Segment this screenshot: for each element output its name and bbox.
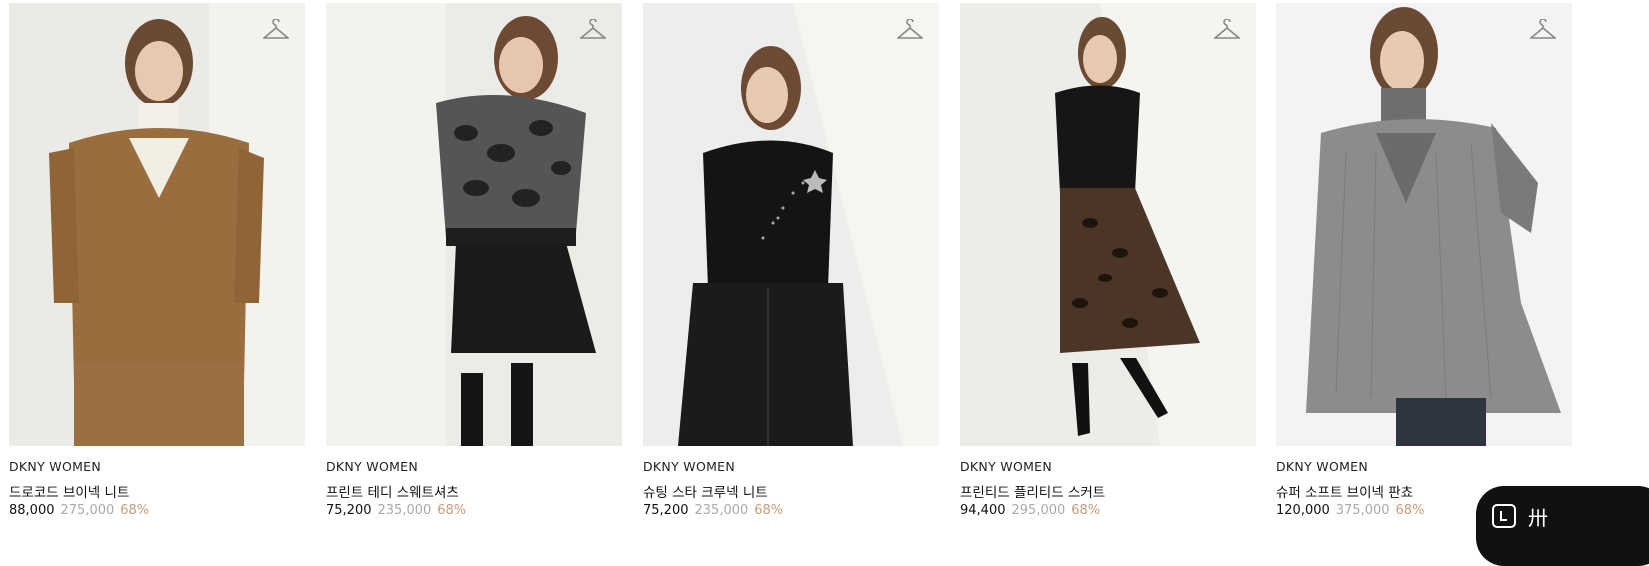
price-row: 75,200 235,000 68% [326, 503, 466, 518]
original-price: 275,000 [60, 503, 115, 518]
floating-action-button[interactable]: 卅 [1476, 486, 1649, 566]
product-name[interactable]: 프린트 테디 스웨트셔츠 [326, 481, 459, 501]
product-photo[interactable] [643, 3, 939, 446]
product-photo[interactable] [9, 3, 305, 446]
product-photo[interactable] [960, 3, 1256, 446]
product-photo[interactable] [1276, 3, 1572, 446]
product-card[interactable]: DKNY WOMEN 프린트 테디 스웨트셔츠 75,200 235,000 68% [326, 3, 622, 518]
brand-name[interactable]: DKNY WOMEN [9, 459, 101, 474]
sale-price: 88,000 [9, 503, 55, 518]
floating-glyph: 卅 [1528, 506, 1548, 530]
product-image [9, 3, 305, 446]
hanger-icon[interactable] [1530, 19, 1556, 41]
discount-rate: 68% [120, 503, 150, 518]
product-image [643, 3, 939, 446]
brand-name[interactable]: DKNY WOMEN [1276, 459, 1368, 474]
price-row: 94,400 295,000 68% [960, 503, 1100, 518]
hanger-icon[interactable] [263, 19, 289, 41]
product-card[interactable]: DKNY WOMEN 드로코드 브이넥 니트 88,000 275,000 68% [9, 3, 305, 518]
original-price: 235,000 [694, 503, 749, 518]
discount-rate: 68% [437, 503, 467, 518]
brand-name[interactable]: DKNY WOMEN [643, 459, 735, 474]
product-name[interactable]: 슈팅 스타 크루넥 니트 [643, 481, 768, 501]
product-image [326, 3, 622, 446]
sale-price: 75,200 [326, 503, 372, 518]
original-price: 235,000 [377, 503, 432, 518]
sale-price: 120,000 [1276, 503, 1330, 518]
hanger-icon[interactable] [1214, 19, 1240, 41]
product-image [1276, 3, 1572, 446]
product-card[interactable]: DKNY WOMEN 프린티드 플리티드 스커트 94,400 295,000 68… [960, 3, 1256, 518]
product-name[interactable]: 프린티드 플리티드 스커트 [960, 481, 1105, 501]
sale-price: 94,400 [960, 503, 1006, 518]
discount-rate: 68% [1395, 503, 1425, 518]
chat-icon [1492, 504, 1516, 528]
price-row: 88,000 275,000 68% [9, 503, 149, 518]
product-name[interactable]: 슈퍼 소프트 브이넥 판쵸 [1276, 481, 1413, 501]
product-photo[interactable] [326, 3, 622, 446]
original-price: 375,000 [1335, 503, 1390, 518]
brand-name[interactable]: DKNY WOMEN [326, 459, 418, 474]
hanger-icon[interactable] [580, 19, 606, 41]
sale-price: 75,200 [643, 503, 689, 518]
hanger-icon[interactable] [897, 19, 923, 41]
price-row: 75,200 235,000 68% [643, 503, 783, 518]
original-price: 295,000 [1011, 503, 1066, 518]
discount-rate: 68% [754, 503, 784, 518]
brand-name[interactable]: DKNY WOMEN [960, 459, 1052, 474]
product-grid: DKNY WOMEN 드로코드 브이넥 니트 88,000 275,000 68% [9, 3, 1649, 548]
product-name[interactable]: 드로코드 브이넥 니트 [9, 481, 129, 501]
price-row: 120,000 375,000 68% [1276, 503, 1424, 518]
discount-rate: 68% [1071, 503, 1101, 518]
product-card[interactable]: DKNY WOMEN 슈퍼 소프트 브이넥 판쵸 120,000 375,000 6… [1276, 3, 1572, 518]
product-image [960, 3, 1256, 446]
product-card[interactable]: DKNY WOMEN 슈팅 스타 크루넥 니트 75,200 235,000 68% [643, 3, 939, 518]
